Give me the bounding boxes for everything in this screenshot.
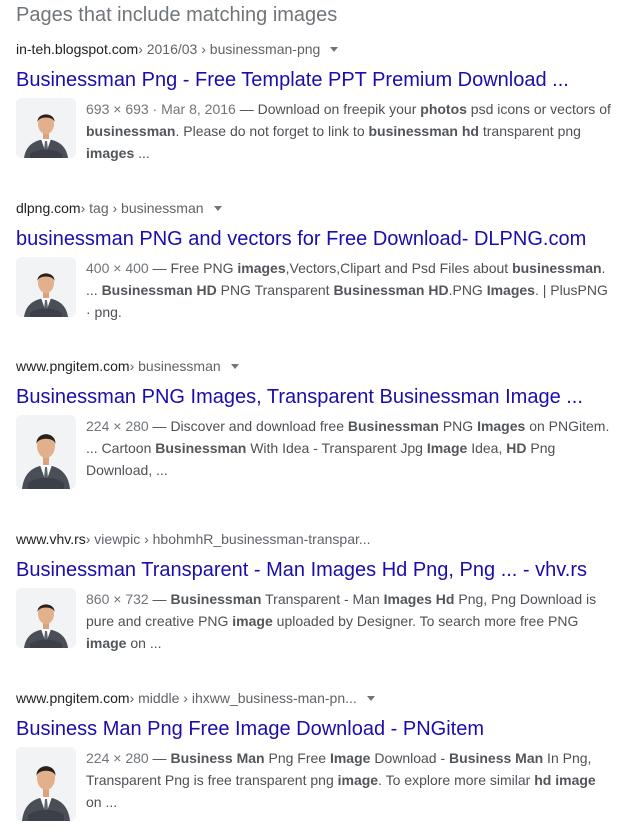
businessman-thumbnail-image xyxy=(16,257,76,317)
businessman-thumbnail-image xyxy=(16,588,76,648)
snippet-text: — Businessman Transparent - Man Images H… xyxy=(86,591,596,651)
result-url[interactable]: dlpng.com › tag › businessman xyxy=(16,199,621,217)
snippet-bold-term: image xyxy=(86,635,127,651)
result-path: › 2016/03 › businessman-png xyxy=(138,41,321,57)
result-domain: www.pngitem.com xyxy=(16,690,130,706)
result-snippet: 400 × 400 — Free PNG images,Vectors,Clip… xyxy=(86,257,613,323)
snippet-text-run: PNG xyxy=(438,418,478,434)
result-path: › businessman xyxy=(129,358,221,374)
snippet-bold-term: Businessman HD xyxy=(101,282,217,298)
result-item: dlpng.com › tag › businessman businessma… xyxy=(16,199,621,323)
snippet-bold-term: Business Man xyxy=(449,750,544,766)
snippet-text-run: . To explore more similar xyxy=(378,772,535,788)
result-thumbnail[interactable] xyxy=(16,257,76,317)
result-meta: 224 × 280 xyxy=(86,750,149,766)
snippet-text-run: — Discover and download free xyxy=(148,418,348,434)
businessman-thumbnail-image xyxy=(16,747,76,821)
more-options-caret-icon[interactable] xyxy=(330,46,339,52)
result-url[interactable]: www.pngitem.com › middle › ihxww_busines… xyxy=(16,689,621,707)
snippet-bold-term: Images xyxy=(477,418,526,434)
result-title-link[interactable]: Business Man Png Free Image Download - P… xyxy=(16,717,621,741)
result-domain: www.vhv.rs xyxy=(16,531,86,547)
snippet-bold-term: Images Hd xyxy=(383,591,455,607)
snippet-text-run: uploaded by Designer. To search more fre… xyxy=(272,613,579,629)
result-title-link[interactable]: Businessman PNG Images, Transparent Busi… xyxy=(16,385,621,409)
result-url[interactable]: www.vhv.rs › viewpic › hbohmhR_businessm… xyxy=(16,530,621,548)
result-path: › viewpic › hbohmhR_businessman-transpar… xyxy=(85,531,371,547)
snippet-text-run: Png Free xyxy=(264,750,330,766)
snippet-text-run: on ... xyxy=(86,794,118,810)
result-meta: 400 × 400 xyxy=(86,260,149,276)
snippet-text-run: .PNG xyxy=(448,282,487,298)
result-path: › tag › businessman xyxy=(80,200,204,216)
snippet-text-run: — xyxy=(148,591,171,607)
snippet-text-run: psd icons or vectors of xyxy=(466,101,611,117)
snippet-text-run: PNG Transparent xyxy=(216,282,334,298)
snippet-bold-term: Businessman xyxy=(347,418,439,434)
result-path: › middle › ihxww_business-man-pn... xyxy=(129,690,357,706)
snippet-text-run: ... xyxy=(134,145,150,161)
snippet-text-run: — Free PNG xyxy=(148,260,238,276)
result-domain: www.pngitem.com xyxy=(16,358,130,374)
result-snippet: 860 × 732 — Businessman Transparent - Ma… xyxy=(86,588,613,654)
result-item: www.vhv.rs › viewpic › hbohmhR_businessm… xyxy=(16,530,621,654)
result-title-link[interactable]: Businessman Png - Free Template PPT Prem… xyxy=(16,68,621,92)
snippet-bold-term: images xyxy=(237,260,286,276)
result-item: www.pngitem.com › businessman Businessma… xyxy=(16,357,621,489)
result-url[interactable]: www.pngitem.com › businessman xyxy=(16,357,621,375)
snippet-bold-term: image xyxy=(232,613,273,629)
snippet-bold-term: hd image xyxy=(534,772,596,788)
snippet-bold-term: Images xyxy=(486,282,535,298)
result-title-link[interactable]: businessman PNG and vectors for Free Dow… xyxy=(16,227,621,251)
more-options-caret-icon[interactable] xyxy=(213,205,222,211)
result-meta: 693 × 693 · Mar 8, 2016 xyxy=(86,101,236,117)
result-meta: 860 × 732 xyxy=(86,591,149,607)
snippet-bold-term: Businessman xyxy=(155,440,247,456)
snippet-text: — Discover and download free Businessman… xyxy=(86,418,609,478)
snippet-bold-term: photos xyxy=(420,101,467,117)
snippet-bold-term: Business Man xyxy=(170,750,265,766)
snippet-text-run: on ... xyxy=(126,635,162,651)
snippet-text-run: With Idea - Transparent Jpg xyxy=(246,440,427,456)
snippet-bold-term: businessman xyxy=(86,123,176,139)
result-thumbnail[interactable] xyxy=(16,588,76,648)
result-thumbnail[interactable] xyxy=(16,98,76,158)
more-options-caret-icon[interactable] xyxy=(366,695,375,701)
snippet-bold-term: Businessman HD xyxy=(333,282,449,298)
snippet-bold-term: businessman xyxy=(512,260,602,276)
snippet-bold-term: Image xyxy=(426,440,468,456)
snippet-bold-term: Image xyxy=(329,750,371,766)
result-item: in-teh.blogspot.com › 2016/03 › business… xyxy=(16,40,621,164)
result-title-link[interactable]: Businessman Transparent - Man Images Hd … xyxy=(16,558,621,582)
snippet-text: — Business Man Png Free Image Download -… xyxy=(86,750,596,810)
businessman-thumbnail-image xyxy=(16,98,76,158)
result-thumbnail[interactable] xyxy=(16,747,76,821)
result-thumbnail[interactable] xyxy=(16,415,76,489)
snippet-text-run: Download - xyxy=(370,750,450,766)
snippet-text-run: — xyxy=(148,750,171,766)
more-options-caret-icon[interactable] xyxy=(230,363,239,369)
result-meta: 224 × 280 xyxy=(86,418,149,434)
snippet-text-run: ,Vectors,Clipart and Psd Files about xyxy=(285,260,513,276)
snippet-bold-term: Businessman xyxy=(170,591,262,607)
result-domain: in-teh.blogspot.com xyxy=(16,41,139,57)
snippet-text-run: Transparent - Man xyxy=(261,591,384,607)
result-snippet: 224 × 280 — Business Man Png Free Image … xyxy=(86,747,613,821)
snippet-text-run: transparent png xyxy=(478,123,581,139)
snippet-bold-term: HD xyxy=(506,440,527,456)
snippet-text: — Free PNG images,Vectors,Clipart and Ps… xyxy=(86,260,608,320)
result-domain: dlpng.com xyxy=(16,200,81,216)
businessman-thumbnail-image xyxy=(16,415,76,489)
section-heading: Pages that include matching images xyxy=(16,4,338,26)
result-snippet: 224 × 280 — Discover and download free B… xyxy=(86,415,613,489)
snippet-bold-term: businessman hd xyxy=(368,123,479,139)
snippet-bold-term: images xyxy=(86,145,135,161)
snippet-text-run: . Please do not forget to link to xyxy=(175,123,369,139)
snippet-bold-term: image xyxy=(337,772,379,788)
snippet-text-run: Idea, xyxy=(467,440,507,456)
result-item: www.pngitem.com › middle › ihxww_busines… xyxy=(16,689,621,821)
snippet-text-run: — Download on freepik your xyxy=(235,101,421,117)
result-snippet: 693 × 693 · Mar 8, 2016 — Download on fr… xyxy=(86,98,613,164)
result-url[interactable]: in-teh.blogspot.com › 2016/03 › business… xyxy=(16,40,621,58)
